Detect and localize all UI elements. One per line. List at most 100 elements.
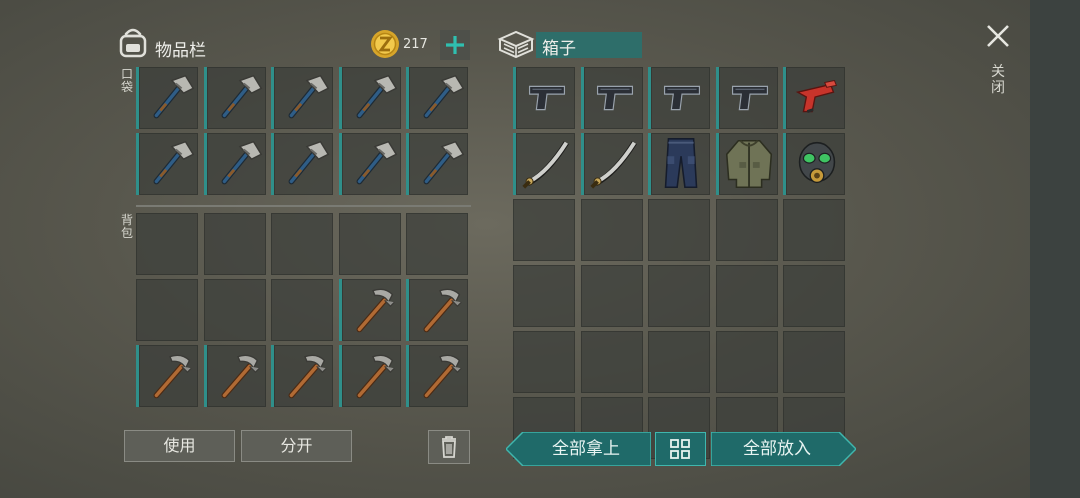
pocket-slot[interactable] [203, 133, 266, 195]
pistol-icon [528, 85, 566, 111]
box-slot[interactable] [580, 265, 643, 327]
backpack-slot[interactable] [136, 213, 198, 275]
machete-icon [589, 141, 637, 189]
hatchet-icon [221, 140, 262, 185]
box-slot[interactable] [580, 199, 643, 261]
pocket-slot[interactable] [406, 67, 468, 129]
backpack-slot[interactable] [136, 279, 198, 341]
pickaxe-icon [356, 354, 395, 399]
pickaxe-icon [423, 288, 462, 333]
pocket-slot[interactable] [271, 133, 333, 195]
hatchet-icon [221, 74, 262, 119]
use-button[interactable]: 使用 [124, 430, 235, 462]
sort-grid-icon [670, 439, 690, 459]
box-slot[interactable] [648, 67, 710, 129]
hatchet-icon [153, 74, 195, 119]
box-slot[interactable] [715, 331, 778, 393]
box-slot[interactable] [783, 331, 845, 393]
coin-count: 217 [403, 37, 428, 52]
pocket-label: 口袋 [120, 67, 133, 94]
box-title: 箱子 [542, 39, 576, 59]
box-slot[interactable] [648, 199, 710, 261]
section-divider [136, 205, 471, 207]
backpack-slot[interactable] [271, 345, 333, 407]
gas-mask-icon [798, 141, 836, 184]
add-coins-button[interactable] [440, 30, 470, 60]
box-slot[interactable] [513, 67, 575, 129]
box-slot[interactable] [513, 133, 575, 195]
hatchet-icon [356, 140, 397, 185]
box-slot[interactable] [580, 133, 643, 195]
box-icon [497, 28, 535, 60]
pocket-slot[interactable] [338, 133, 401, 195]
plus-icon [446, 36, 464, 54]
pocket-slot[interactable] [271, 67, 333, 129]
close-icon [987, 25, 1009, 47]
pickaxe-icon [288, 354, 327, 399]
take-all-label: 全部拿上 [552, 439, 620, 459]
put-all-button[interactable]: 全部放入 [711, 432, 856, 466]
close-label: 关闭 [991, 64, 1005, 96]
backpack-slot[interactable] [271, 279, 333, 341]
pocket-slot[interactable] [136, 133, 198, 195]
machete-icon [522, 141, 569, 189]
backpack-slot[interactable] [271, 213, 333, 275]
box-slot[interactable] [513, 265, 575, 327]
box-slot[interactable] [648, 133, 710, 195]
flare-gun-icon [795, 80, 838, 113]
sort-button[interactable] [655, 432, 706, 466]
backpack-slot[interactable] [136, 345, 198, 407]
backpack-slot[interactable] [406, 345, 468, 407]
coin-icon [370, 29, 400, 59]
jacket-icon [725, 139, 772, 189]
inventory-title: 物品栏 [155, 41, 206, 61]
close-button[interactable] [984, 22, 1012, 50]
backpack-slot[interactable] [338, 279, 401, 341]
backpack-slot[interactable] [203, 345, 266, 407]
pocket-slot[interactable] [203, 67, 266, 129]
put-all-label: 全部放入 [743, 439, 811, 459]
box-slot[interactable] [513, 199, 575, 261]
pocket-slot[interactable] [406, 133, 468, 195]
pants-icon [664, 138, 698, 189]
pocket-slot[interactable] [136, 67, 198, 129]
pocket-slot[interactable] [338, 67, 401, 129]
box-slot[interactable] [783, 67, 845, 129]
pickaxe-icon [356, 288, 395, 333]
backpack-slot[interactable] [203, 279, 266, 341]
box-slot[interactable] [783, 265, 845, 327]
pickaxe-icon [153, 354, 192, 399]
pickaxe-icon [221, 354, 260, 399]
backpack-slot[interactable] [406, 213, 468, 275]
box-slot[interactable] [715, 67, 778, 129]
backpack-slot[interactable] [406, 279, 468, 341]
hatchet-icon [423, 74, 465, 119]
pistol-icon [731, 85, 768, 111]
pistol-icon [663, 85, 701, 111]
box-slot[interactable] [715, 265, 778, 327]
box-title-field: 箱子 [536, 32, 642, 59]
backpack-icon [116, 26, 150, 60]
hatchet-icon [288, 140, 330, 185]
backpack-label: 背包 [120, 213, 133, 240]
pickaxe-icon [423, 354, 462, 399]
backpack-slot[interactable] [203, 213, 266, 275]
box-slot[interactable] [783, 199, 845, 261]
pistol-icon [596, 85, 633, 111]
box-slot[interactable] [715, 133, 778, 195]
trash-icon [442, 436, 456, 458]
take-all-button[interactable]: 全部拿上 [506, 432, 651, 466]
trash-button[interactable] [428, 430, 470, 464]
hatchet-icon [153, 140, 195, 185]
box-slot[interactable] [580, 67, 643, 129]
box-slot[interactable] [715, 199, 778, 261]
hatchet-icon [288, 74, 330, 119]
box-slot[interactable] [783, 133, 845, 195]
backpack-slot[interactable] [338, 345, 401, 407]
box-slot[interactable] [648, 265, 710, 327]
backpack-slot[interactable] [338, 213, 401, 275]
box-slot[interactable] [648, 331, 710, 393]
box-slot[interactable] [513, 331, 575, 393]
box-slot[interactable] [580, 331, 643, 393]
split-button[interactable]: 分开 [241, 430, 352, 462]
